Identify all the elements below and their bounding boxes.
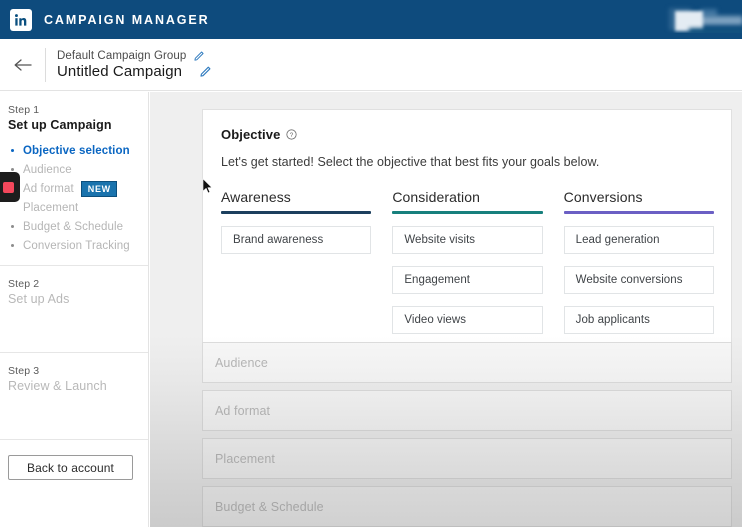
collapsed-section-ad-format[interactable]: Ad format xyxy=(202,390,732,431)
objective-card-subtitle: Let's get started! Select the objective … xyxy=(221,155,600,169)
step-3-number: Step 3 xyxy=(8,365,40,377)
sidebar-item-label: Budget & Schedule xyxy=(23,220,124,233)
sidebar-item-budget-schedule[interactable]: Budget & Schedule xyxy=(8,217,148,236)
edit-campaign-group-pencil-icon[interactable] xyxy=(194,50,205,61)
step-1-substeps: Objective selection Audience Ad format N… xyxy=(8,141,148,255)
objective-column-conversions: Conversions Lead generation Website conv… xyxy=(563,189,714,334)
bullet-icon xyxy=(11,168,14,171)
sidebar-step-2[interactable]: Step 2 Set up Ads xyxy=(0,266,148,352)
objective-option-brand-awareness[interactable]: Brand awareness xyxy=(221,226,372,254)
sidebar-item-label: Ad format xyxy=(23,182,74,195)
objective-option-engagement[interactable]: Engagement xyxy=(392,266,543,294)
sidebar-item-conversion-tracking[interactable]: Conversion Tracking xyxy=(8,236,148,255)
main-content-area: Objective ? Let's get started! Select th… xyxy=(150,92,742,527)
app-topbar: CAMPAIGN MANAGER xyxy=(0,0,742,39)
column-accent-rule-awareness xyxy=(221,211,372,214)
objective-column-awareness: Awareness Brand awareness xyxy=(221,189,372,334)
back-to-account-button[interactable]: Back to account xyxy=(8,455,133,480)
sidebar-divider xyxy=(0,439,148,440)
collapsed-section-budget-schedule[interactable]: Budget & Schedule xyxy=(202,486,732,527)
sidebar-item-placement[interactable]: Placement xyxy=(8,198,148,217)
sidebar-item-label: Objective selection xyxy=(23,144,130,157)
app-brand-title: CAMPAIGN MANAGER xyxy=(44,12,210,27)
column-heading-awareness: Awareness xyxy=(221,189,291,205)
svg-text:?: ? xyxy=(290,132,294,139)
objective-option-website-visits[interactable]: Website visits xyxy=(392,226,543,254)
campaign-steps-sidebar: Step 1 Set up Campaign Objective selecti… xyxy=(0,92,149,527)
linkedin-logo-icon[interactable] xyxy=(10,8,32,31)
objective-columns: Awareness Brand awareness Consideration … xyxy=(221,189,714,334)
step-2-title: Set up Ads xyxy=(8,292,70,306)
sidebar-item-label: Audience xyxy=(23,163,72,176)
column-heading-conversions: Conversions xyxy=(563,189,643,205)
stop-recording-icon[interactable] xyxy=(0,172,20,202)
campaign-title-block: Default Campaign Group Untitled Campaign xyxy=(46,50,212,80)
collapsed-section-placement[interactable]: Placement xyxy=(202,438,732,479)
sidebar-item-label: Placement xyxy=(23,201,79,214)
info-circle-icon[interactable]: ? xyxy=(286,129,298,140)
column-accent-rule-conversions xyxy=(563,211,714,214)
sidebar-item-label: Conversion Tracking xyxy=(23,239,130,252)
bullet-icon xyxy=(11,206,14,209)
sidebar-step-3[interactable]: Step 3 Review & Launch xyxy=(0,353,148,439)
objective-card-title: Objective xyxy=(221,127,281,142)
campaign-group-name: Default Campaign Group xyxy=(57,49,187,62)
back-arrow-icon[interactable] xyxy=(0,39,45,91)
step-2-number: Step 2 xyxy=(8,278,40,290)
blurred-account-area xyxy=(655,3,742,33)
bullet-icon xyxy=(11,149,14,152)
bullet-icon xyxy=(11,225,14,228)
sidebar-item-objective-selection[interactable]: Objective selection xyxy=(8,141,148,160)
campaign-name: Untitled Campaign xyxy=(57,62,183,80)
objective-option-job-applicants[interactable]: Job applicants xyxy=(563,306,714,334)
objective-card: Objective ? Let's get started! Select th… xyxy=(202,109,732,355)
step-1-number: Step 1 xyxy=(8,104,40,116)
edit-campaign-name-pencil-icon[interactable] xyxy=(200,65,212,77)
objective-option-lead-generation[interactable]: Lead generation xyxy=(563,226,714,254)
objective-option-video-views[interactable]: Video views xyxy=(392,306,543,334)
step-1-title: Set up Campaign xyxy=(8,118,112,132)
new-badge: NEW xyxy=(80,180,117,197)
objective-option-website-conversions[interactable]: Website conversions xyxy=(563,266,714,294)
sidebar-item-ad-format[interactable]: Ad format NEW xyxy=(8,179,148,198)
column-heading-consideration: Consideration xyxy=(392,189,481,205)
sidebar-item-audience[interactable]: Audience xyxy=(8,160,148,179)
campaign-header: Default Campaign Group Untitled Campaign xyxy=(0,39,742,91)
column-accent-rule-consideration xyxy=(392,211,543,214)
collapsed-section-audience[interactable]: Audience xyxy=(202,342,732,383)
bullet-icon xyxy=(11,244,14,247)
sidebar-step-1: Step 1 Set up Campaign Objective selecti… xyxy=(0,92,148,265)
step-3-title: Review & Launch xyxy=(8,379,107,393)
objective-column-consideration: Consideration Website visits Engagement … xyxy=(392,189,543,334)
